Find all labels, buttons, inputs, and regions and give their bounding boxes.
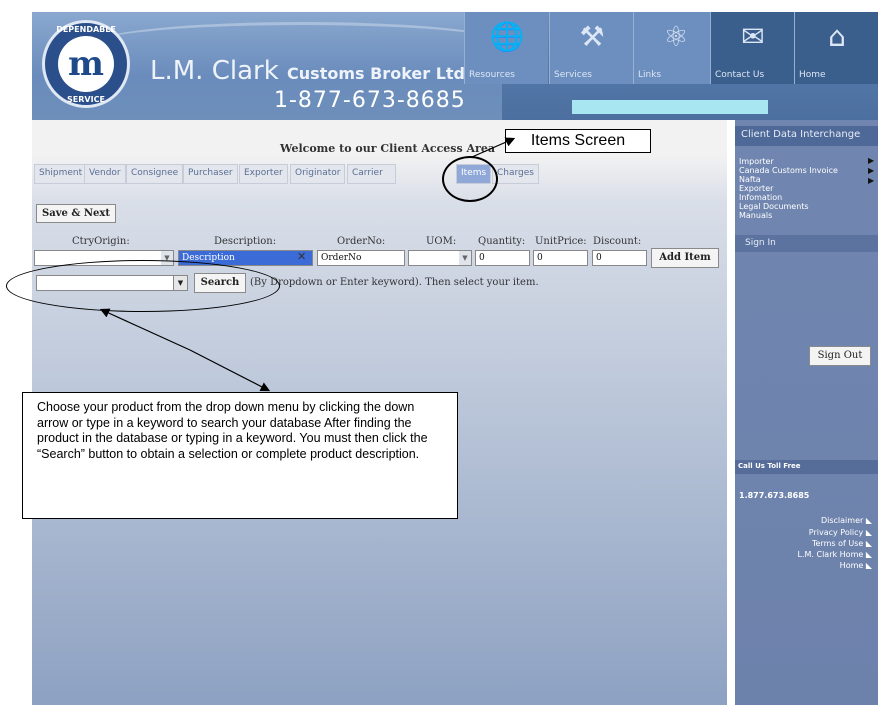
footer-link-terms-of-use[interactable]: Terms of Use ◣ bbox=[812, 539, 872, 548]
discount-label: Discount: bbox=[593, 236, 642, 247]
footer-link-disclaimer[interactable]: Disclaimer ◣ bbox=[821, 516, 872, 525]
nav-home[interactable]: ⌂ Home bbox=[794, 12, 878, 84]
tab-carrier[interactable]: Carrier bbox=[347, 164, 396, 184]
house-icon: ⌂ bbox=[828, 20, 846, 53]
tab-vendor[interactable]: Vendor bbox=[84, 164, 126, 184]
nav-contact-us[interactable]: ✉ Contact Us bbox=[710, 12, 794, 84]
nav-resources[interactable]: 🌐 Resources bbox=[464, 12, 548, 84]
tab-originator[interactable]: Originator bbox=[290, 164, 346, 184]
sign-out-button[interactable]: Sign Out bbox=[809, 346, 871, 366]
welcome-heading: Welcome to our Client Access Area bbox=[280, 142, 495, 155]
description-label: Description: bbox=[214, 236, 277, 247]
footer-link-label: Privacy Policy bbox=[808, 528, 864, 537]
quantity-label: Quantity: bbox=[478, 236, 526, 247]
footer-link-home[interactable]: Home ◣ bbox=[840, 561, 872, 570]
save-next-button[interactable]: Save & Next bbox=[36, 204, 116, 223]
chevron-right-icon: ▶ bbox=[868, 156, 875, 165]
items-tab-highlight-circle bbox=[442, 156, 498, 202]
sign-in-bar[interactable]: Sign In bbox=[735, 235, 878, 252]
items-screen-label: Items Screen bbox=[505, 129, 651, 153]
logo-top-text: DEPENDABLE bbox=[56, 25, 116, 34]
logo-bottom-text: SERVICE bbox=[67, 95, 105, 104]
tab-bar: Shipment Vendor Consignee Purchaser Expo… bbox=[32, 164, 727, 186]
order-no-label: OrderNo: bbox=[337, 236, 386, 247]
header-phone: 1-877-673-8685 bbox=[274, 88, 466, 113]
globe-icon: 🌐 bbox=[489, 20, 525, 53]
site-header: DEPENDABLE m SERVICE L.M. Clark Customs … bbox=[32, 12, 878, 120]
tab-consignee[interactable]: Consignee bbox=[126, 164, 184, 184]
chevron-right-icon: ▶ bbox=[868, 166, 875, 175]
nav-services[interactable]: ⚒ Services bbox=[549, 12, 633, 84]
footer-link-label: Disclaimer bbox=[820, 516, 864, 525]
brand-title: L.M. Clark bbox=[150, 56, 279, 86]
tools-icon: ⚒ bbox=[579, 20, 605, 53]
order-no-input[interactable]: OrderNo bbox=[317, 250, 405, 266]
sidebar-link-manuals[interactable]: Manuals bbox=[739, 211, 772, 220]
add-item-button[interactable]: Add Item bbox=[651, 248, 719, 268]
nav-label: Home bbox=[799, 70, 826, 80]
sidebar-title: Client Data Interchange bbox=[735, 126, 878, 146]
tab-exporter[interactable]: Exporter bbox=[239, 164, 288, 184]
sidebar-link-legal-documents[interactable]: Legal Documents bbox=[739, 202, 809, 211]
sidebar-link-exporter[interactable]: Exporter bbox=[739, 184, 773, 193]
nav-label: Resources bbox=[469, 70, 515, 80]
discount-input[interactable]: 0 bbox=[592, 250, 647, 266]
chevron-down-icon[interactable]: ▼ bbox=[459, 251, 471, 265]
footer-link-privacy-policy[interactable]: Privacy Policy ◣ bbox=[809, 528, 872, 537]
tab-charges[interactable]: Charges bbox=[492, 164, 539, 184]
logo-letter: m bbox=[58, 36, 114, 92]
nav-label: Services bbox=[554, 70, 592, 80]
footer-link-label: L.M. Clark Home bbox=[797, 550, 864, 559]
toll-free-label: Call Us Toll Free bbox=[735, 460, 878, 474]
header-highlight-bar bbox=[572, 100, 768, 114]
toll-free-number: 1.877.673.8685 bbox=[739, 491, 810, 500]
unit-price-label: UnitPrice: bbox=[535, 236, 587, 247]
sidebar-link-nafta[interactable]: Nafta bbox=[739, 175, 761, 184]
footer-link-label: Home bbox=[839, 561, 864, 570]
atom-icon: ⚛ bbox=[663, 20, 689, 53]
uom-select[interactable]: ▼ bbox=[408, 250, 472, 266]
quantity-input[interactable]: 0 bbox=[475, 250, 530, 266]
tab-shipment[interactable]: Shipment bbox=[34, 164, 88, 184]
brand-suffix: Customs Broker Ltd bbox=[287, 64, 466, 83]
brand-name: L.M. Clark Customs Broker Ltd bbox=[150, 56, 465, 86]
company-logo[interactable]: DEPENDABLE m SERVICE bbox=[42, 20, 130, 108]
footer-link-lm-clark-home[interactable]: L.M. Clark Home ◣ bbox=[798, 550, 873, 559]
search-hint: (By Dropdown or Enter keyword). Then sel… bbox=[250, 277, 539, 288]
sidebar-link-infomation[interactable]: Infomation bbox=[739, 193, 782, 202]
clear-icon[interactable]: ✕ bbox=[297, 250, 306, 263]
sidebar-link-canada-customs-invoice[interactable]: Canada Customs Invoice bbox=[739, 166, 838, 175]
uom-label: UOM: bbox=[426, 236, 457, 247]
instruction-callout: Choose your product from the drop down m… bbox=[22, 392, 458, 519]
mail-icon: ✉ bbox=[741, 20, 765, 53]
nav-label: Links bbox=[638, 70, 662, 80]
ctry-origin-label: CtryOrigin: bbox=[72, 236, 130, 247]
nav-label: Contact Us bbox=[715, 70, 765, 80]
client-sidebar: Client Data Interchange Importer ▶ Canad… bbox=[735, 120, 878, 705]
search-highlight-ellipse bbox=[6, 260, 280, 312]
nav-links[interactable]: ⚛ Links bbox=[633, 12, 717, 84]
footer-link-label: Terms of Use bbox=[811, 539, 864, 548]
chevron-right-icon: ▶ bbox=[868, 176, 875, 185]
unit-price-input[interactable]: 0 bbox=[533, 250, 588, 266]
tab-purchaser[interactable]: Purchaser bbox=[183, 164, 238, 184]
sidebar-link-importer[interactable]: Importer bbox=[739, 157, 774, 166]
